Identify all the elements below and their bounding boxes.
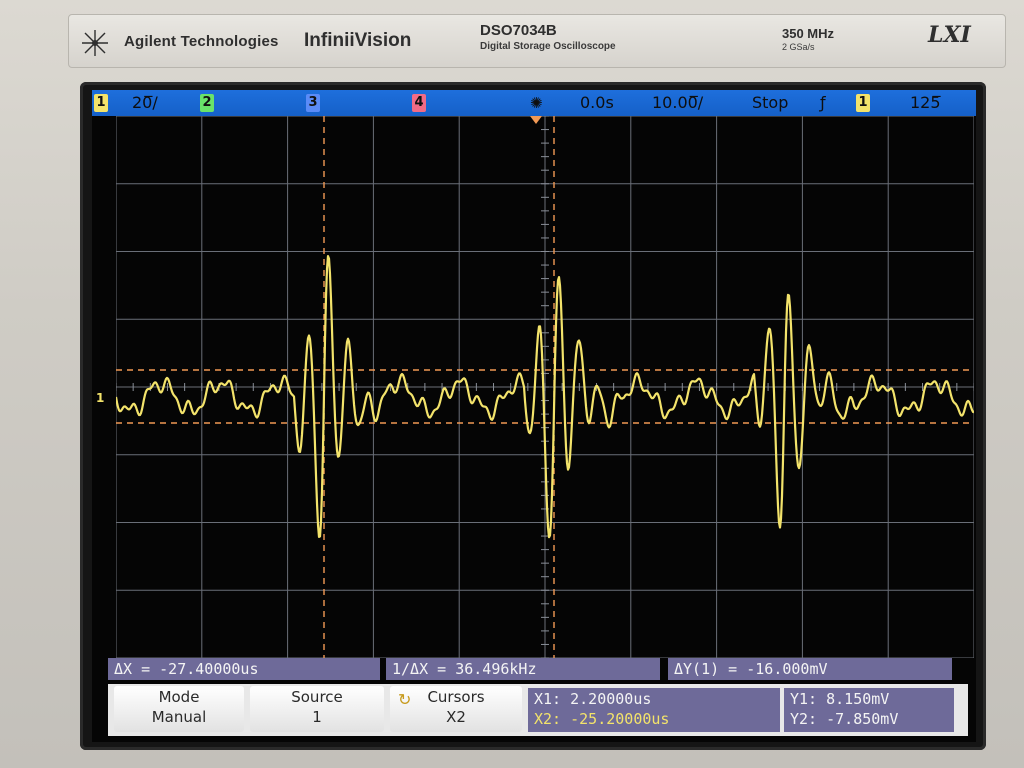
sample-rate-spec: 2 GSa/s [782,42,815,52]
x1-readout: X1: 2.20000us [534,690,652,708]
time-scale: 10.00̅/ [652,93,704,112]
product-name: InfiniiVision [304,30,412,51]
cursors-value: X2 [446,708,466,726]
run-state: Stop [752,93,789,112]
channel-3-indicator[interactable]: 3 [306,94,320,112]
cursors-title: Cursors [427,688,485,706]
channel-1-indicator[interactable]: 1 [94,94,108,112]
starburst-logo-icon [82,30,108,56]
cursors-softkey[interactable]: ↻ Cursors X2 [390,686,522,732]
bandwidth-spec: 350 MHz [782,26,835,41]
x2-readout: X2: -25.20000us [534,710,670,728]
source-title: Source [291,688,343,706]
inverse-delta-x-readout: 1/ΔX = 36.496kHz [386,658,660,680]
source-value: 1 [312,708,322,726]
model-number: DSO7034B [480,22,557,39]
channel-1-scale: 20̅/ [132,93,158,112]
mode-softkey[interactable]: Mode Manual [114,686,244,732]
x-cursor-readout: X1: 2.20000us X2: -25.20000us [528,688,780,732]
trigger-slope-icon: ƒ [820,93,826,112]
delta-y-readout: ΔY(1) = -16.000mV [668,658,952,680]
y-cursor-readout: Y1: 8.150mV Y2: -7.850mV [784,688,954,732]
trigger-source: 1 [856,94,870,112]
source-softkey[interactable]: Source 1 [250,686,384,732]
lxi-logo: LXI [928,22,971,48]
y1-readout: Y1: 8.150mV [790,690,890,708]
status-bar: 1 20̅/ 2 3 4 ✺ 0.0s 10.00̅/ Stop ƒ 1 125… [92,90,976,116]
time-reference: 0.0s [580,93,614,112]
mode-value: Manual [151,708,207,726]
trigger-position-marker [530,116,542,124]
delta-x-readout: ΔX = -27.40000us [108,658,380,680]
channel-4-indicator[interactable]: 4 [412,94,426,112]
brand-name: Agilent Technologies [124,33,279,50]
mode-title: Mode [158,688,200,706]
sun-icon: ✺ [530,94,543,112]
trigger-level: 125̅ [910,93,941,112]
model-description: Digital Storage Oscilloscope [480,41,616,52]
graticule [116,116,974,658]
waveform-display[interactable] [116,116,974,658]
y2-readout: Y2: -7.850mV [790,710,899,728]
channel-1-ground-marker: 1 [96,391,105,405]
channel-2-indicator[interactable]: 2 [200,94,214,112]
